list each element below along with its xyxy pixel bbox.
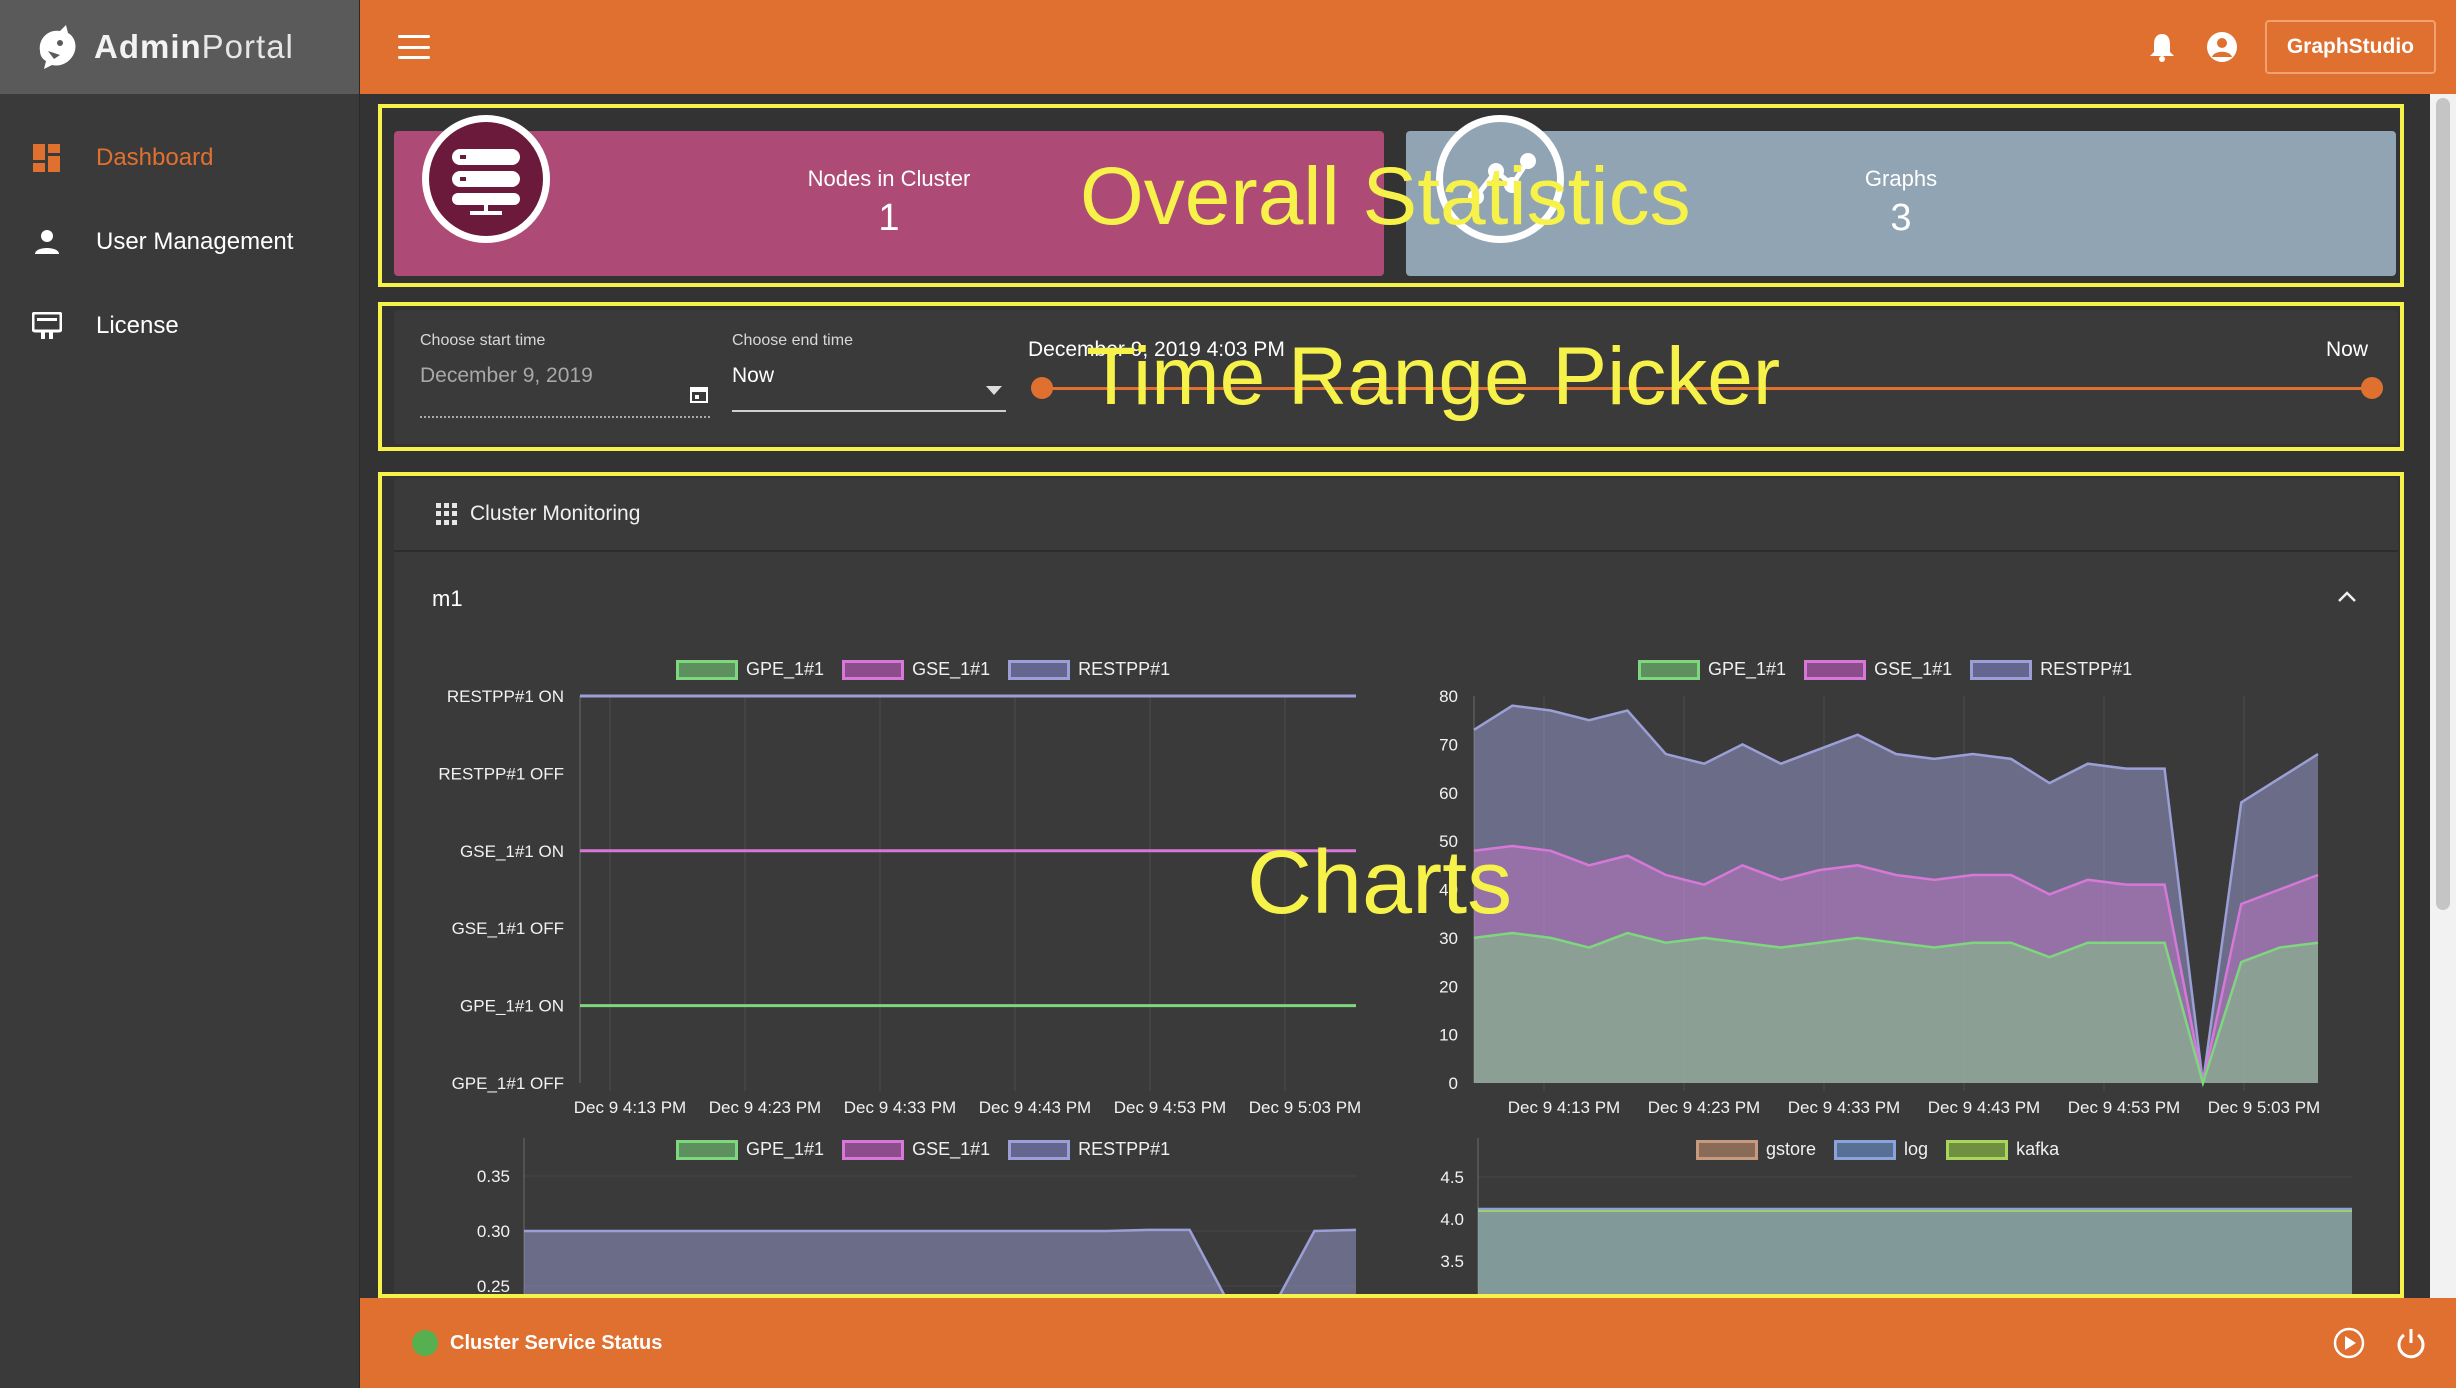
account-icon[interactable]: [2205, 30, 2239, 64]
overall-statistics-highlight: [378, 104, 2404, 287]
sidebar-item-label: License: [96, 312, 179, 339]
license-icon: [32, 311, 62, 341]
cluster-service-status[interactable]: Cluster Service Status: [450, 1332, 662, 1355]
scrollbar-thumb[interactable]: [2436, 98, 2450, 910]
sidebar-item-user-management[interactable]: User Management: [0, 200, 359, 284]
sidebar-item-dashboard[interactable]: Dashboard: [0, 116, 359, 200]
sidebar-nav: Dashboard User Management License: [0, 94, 359, 368]
graphstudio-button[interactable]: GraphStudio: [2264, 20, 2436, 74]
status-bar: Cluster Service Status: [360, 1298, 2456, 1388]
topbar-actions: GraphStudio: [2145, 20, 2436, 74]
brand[interactable]: AdminPortal: [0, 0, 359, 94]
sidebar: AdminPortal Dashboard User Management Li…: [0, 0, 360, 1388]
status-bar-actions: [2304, 1326, 2428, 1360]
charts-highlight: [378, 472, 2404, 1298]
play-circle-icon[interactable]: [2332, 1326, 2366, 1360]
person-icon: [32, 227, 62, 257]
time-range-highlight: [378, 302, 2404, 451]
bell-icon[interactable]: [2145, 30, 2179, 64]
top-app-bar: GraphStudio: [360, 0, 2456, 94]
power-icon[interactable]: [2394, 1326, 2428, 1360]
tiger-logo-icon: [39, 25, 76, 69]
status-indicator: [412, 1330, 438, 1356]
sidebar-item-label: User Management: [96, 228, 294, 255]
sidebar-item-license[interactable]: License: [0, 284, 359, 368]
dashboard-icon: [32, 143, 62, 173]
menu-icon[interactable]: [398, 35, 430, 59]
brand-name: AdminPortal: [94, 28, 294, 65]
sidebar-item-label: Dashboard: [96, 144, 214, 171]
